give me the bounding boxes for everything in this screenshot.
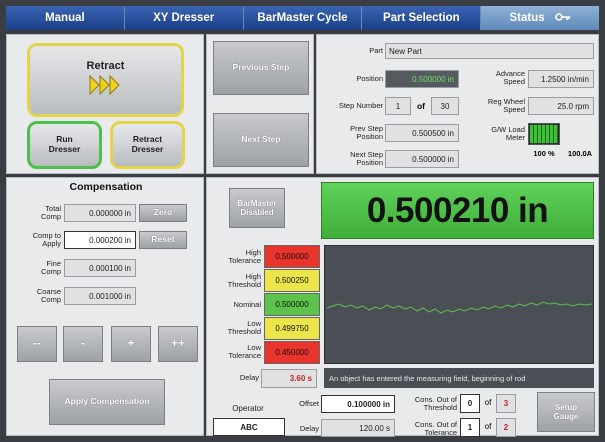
delay-field: 3.60 s xyxy=(261,369,317,388)
nominal-value: 0.500000 xyxy=(264,293,320,316)
step-panel: Previous Step Next Step xyxy=(206,34,314,174)
gw-load-fill xyxy=(530,125,558,143)
gauge-reading-display: 0.500210 in xyxy=(321,182,594,239)
coarse-increment-button[interactable]: ++ xyxy=(158,326,198,362)
gw-load-percent: 100 % xyxy=(533,149,555,158)
cons-out-threshold-max[interactable]: 3 xyxy=(496,394,516,413)
gw-load-meter xyxy=(528,123,560,145)
cons-tolerance-of-text: of xyxy=(484,422,492,431)
retract-dresser-button[interactable]: Retract Dresser xyxy=(110,121,185,169)
low-tolerance-label: Low Tolerance xyxy=(228,343,261,360)
total-comp-label: Total Comp xyxy=(40,204,61,221)
retract-label: Retract xyxy=(86,59,125,72)
part-label: Part xyxy=(369,46,383,56)
part-field[interactable]: New Part xyxy=(385,43,594,59)
step-number-field[interactable]: 1 xyxy=(385,97,411,115)
tab-label: Status xyxy=(509,12,545,24)
fine-comp-label: Fine Comp xyxy=(40,259,61,276)
tab-xy-dresser[interactable]: XY Dresser xyxy=(124,6,244,30)
tab-status[interactable]: Status xyxy=(481,6,599,30)
gw-load-label: G/W Load Meter xyxy=(491,125,525,142)
next-step-button[interactable]: Next Step xyxy=(213,113,309,167)
tab-label: XY Dresser xyxy=(153,12,215,24)
reset-button[interactable]: Reset xyxy=(139,231,187,249)
tab-barmaster-cycle[interactable]: BarMaster Cycle xyxy=(243,6,363,30)
cons-out-tolerance-max[interactable]: 2 xyxy=(496,418,516,437)
prev-step-field: 0.500500 in xyxy=(385,124,459,142)
gw-load-amps: 100.0A xyxy=(567,149,593,158)
barmaster-screen: Manual XY Dresser BarMaster Cycle Part S… xyxy=(0,0,605,442)
retract-button[interactable]: Retract xyxy=(27,43,184,117)
total-comp-field: 0.000000 in xyxy=(64,204,136,222)
next-step-label: Next Step Position xyxy=(350,150,383,167)
part-panel: Part New Part Position 0.500000 in Step … xyxy=(316,34,599,174)
controls-panel: Retract Run Dresser Retract Dresser xyxy=(6,34,204,174)
position-readout: 0.500000 in xyxy=(385,70,459,88)
low-threshold-value: 0.499750 xyxy=(264,317,320,340)
trend-trace xyxy=(326,301,593,314)
position-label: Position xyxy=(356,74,383,84)
low-tolerance-value: 0.450000 xyxy=(264,341,320,364)
operator-label: Operator xyxy=(232,404,264,413)
fine-decrement-button[interactable]: - xyxy=(63,326,103,362)
cons-threshold-of-text: of xyxy=(484,398,492,407)
gauge-delay-label: Delay xyxy=(299,424,319,434)
fine-comp-field[interactable]: 0.000100 in xyxy=(64,259,136,277)
cons-out-threshold-label: Cons. Out of Threshold xyxy=(414,395,457,412)
coarse-decrement-button[interactable]: -- xyxy=(17,326,57,362)
prev-step-label: Prev Step Position xyxy=(350,124,383,141)
coarse-comp-label: Coarse Comp xyxy=(36,287,61,304)
cons-out-tolerance-label: Cons. Out of Tolerance xyxy=(414,420,457,437)
high-tolerance-label: High Tolerance xyxy=(228,248,261,265)
setup-gauge-button[interactable]: Setup Gauge xyxy=(537,392,595,432)
delay-label: Delay xyxy=(239,373,259,383)
status-message: An object has entered the measuring fiel… xyxy=(324,368,594,388)
comp-to-apply-field[interactable]: 0.000200 in xyxy=(64,231,136,249)
measurement-trend-graph xyxy=(324,245,594,364)
apply-compensation-button[interactable]: Apply Compensation xyxy=(49,379,165,425)
run-dresser-button[interactable]: Run Dresser xyxy=(27,121,102,169)
gauge-delay-field[interactable]: 120.00 s xyxy=(321,419,395,437)
advance-speed-field: 1.2500 in/min xyxy=(528,70,594,88)
reg-wheel-speed-label: Reg Wheel Speed xyxy=(487,97,525,114)
step-of-text: of xyxy=(416,101,426,111)
tab-part-selection[interactable]: Part Selection xyxy=(362,6,482,30)
previous-step-button[interactable]: Previous Step xyxy=(213,41,309,95)
key-icon xyxy=(554,11,571,25)
offset-field[interactable]: 0.100000 in xyxy=(321,395,395,413)
tab-bar: Manual XY Dresser BarMaster Cycle Part S… xyxy=(6,6,599,30)
compensation-title: Compensation xyxy=(69,181,143,193)
tab-label: Part Selection xyxy=(382,12,460,24)
tab-label: Manual xyxy=(45,12,85,24)
advance-speed-label: Advance Speed xyxy=(495,69,525,86)
gauge-panel: BarMaster Disabled 0.500210 in High Tole… xyxy=(206,177,599,437)
zero-button[interactable]: Zero xyxy=(139,204,187,222)
tab-manual[interactable]: Manual xyxy=(6,6,125,30)
high-tolerance-value: 0.500000 xyxy=(264,245,320,268)
run-dresser-label: Run Dresser xyxy=(48,134,81,154)
next-step-field: 0.500000 in xyxy=(385,150,459,168)
nominal-label: Nominal xyxy=(233,300,261,310)
coarse-comp-field[interactable]: 0.001000 in xyxy=(64,287,136,305)
comp-to-apply-label: Comp to Apply xyxy=(32,231,61,248)
low-threshold-label: Low Threshold xyxy=(227,319,261,336)
compensation-panel: Compensation Total Comp 0.000000 in Zero… xyxy=(6,177,204,436)
tab-label: BarMaster Cycle xyxy=(257,12,348,24)
offset-label: Offset xyxy=(299,399,319,409)
reg-wheel-speed-field: 25.0 rpm xyxy=(528,97,594,115)
operator-field[interactable]: ABC xyxy=(213,418,285,436)
step-number-label: Step Number xyxy=(338,101,383,111)
fine-increment-button[interactable]: + xyxy=(111,326,151,362)
step-total-field: 30 xyxy=(431,97,459,115)
high-threshold-value: 0.500250 xyxy=(264,269,320,292)
barmaster-disabled-button[interactable]: BarMaster Disabled xyxy=(229,188,285,228)
triple-chevron-right-icon xyxy=(88,74,124,101)
high-threshold-label: High Threshold xyxy=(227,272,261,289)
cons-out-tolerance-value: 1 xyxy=(460,418,480,437)
cons-out-threshold-value: 0 xyxy=(460,394,480,413)
retract-dresser-label: Retract Dresser xyxy=(131,134,164,154)
